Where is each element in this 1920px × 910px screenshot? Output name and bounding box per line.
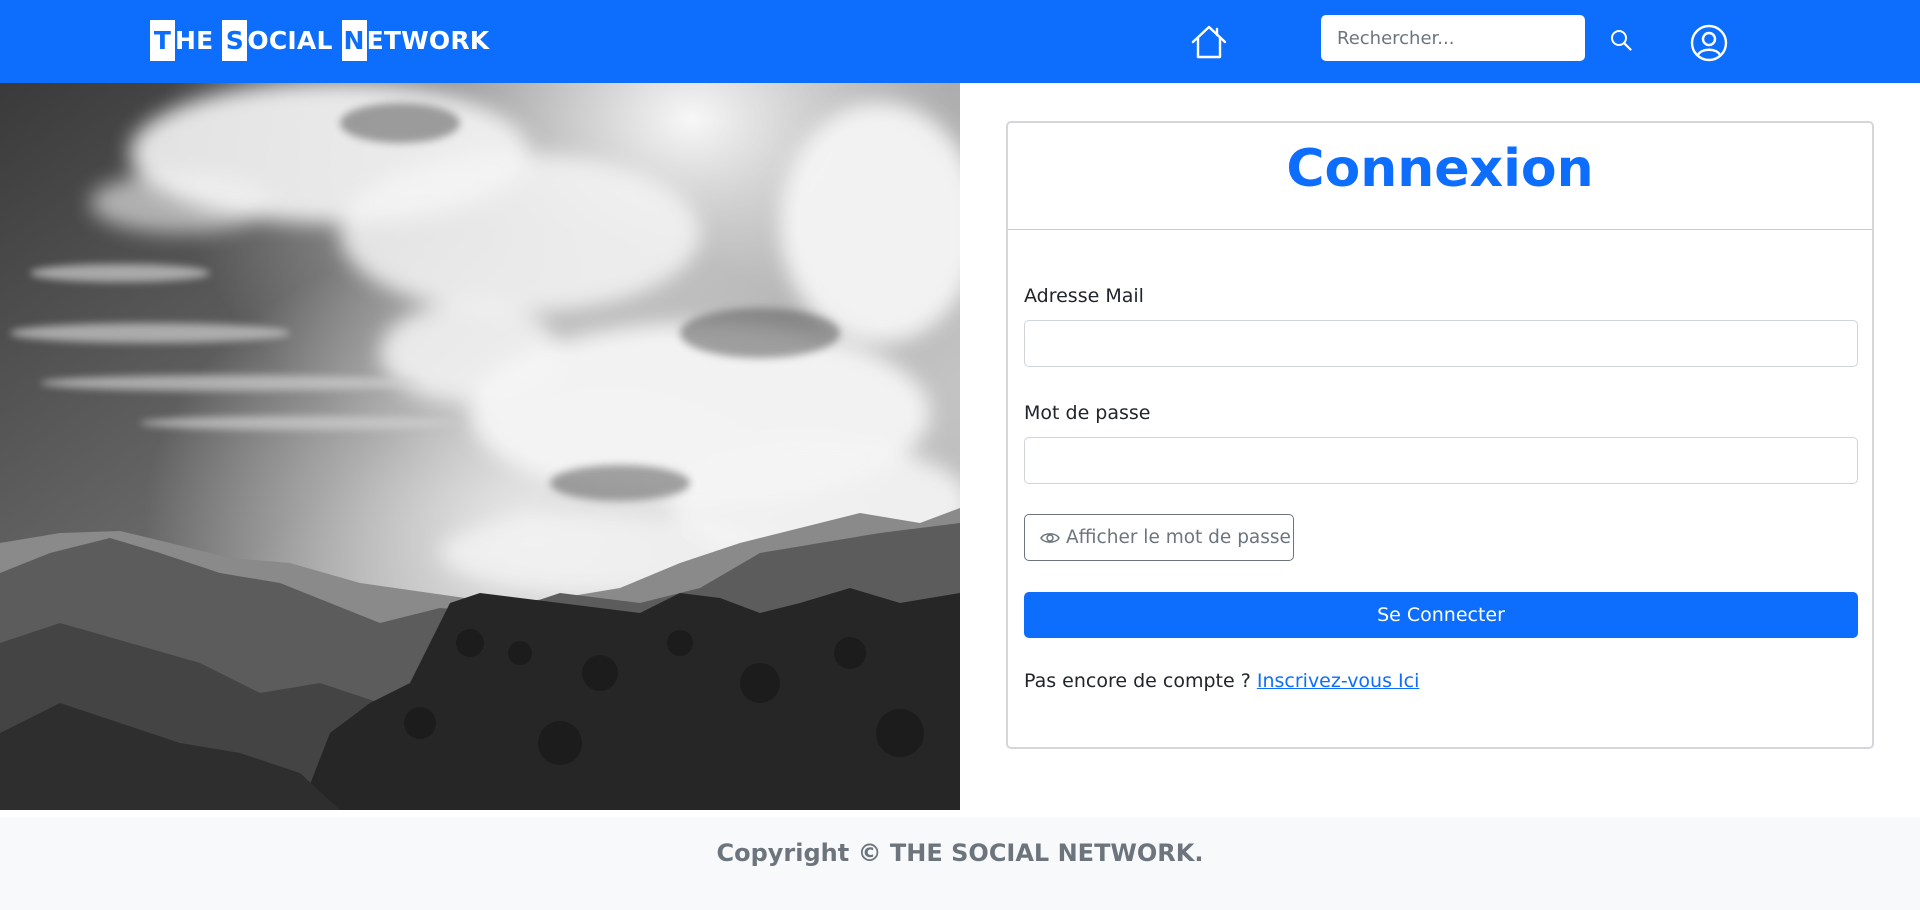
login-card: Connexion Adresse Mail Mot de passe Affi… — [1006, 121, 1874, 749]
login-title: Connexion — [1286, 139, 1594, 199]
home-icon[interactable] — [1190, 24, 1228, 60]
eye-icon — [1040, 532, 1060, 543]
brand-word-rest: OCIAL — [247, 26, 333, 55]
brand-word-the: T HE — [150, 20, 213, 61]
brand-word-social: S OCIAL — [222, 20, 332, 61]
brand-logo[interactable]: T HE S OCIAL N ETWORK — [150, 20, 489, 61]
top-navbar: T HE S OCIAL N ETWORK — [0, 0, 1920, 83]
brand-initial: N — [341, 20, 367, 61]
brand-word-network: N ETWORK — [341, 20, 490, 61]
password-label: Mot de passe — [1024, 402, 1151, 424]
search-input[interactable] — [1321, 15, 1585, 61]
show-password-label: Afficher le mot de passe — [1066, 527, 1291, 548]
brand-word-rest: ETWORK — [366, 26, 490, 55]
login-card-header: Connexion — [1008, 123, 1872, 230]
hero-landscape-image — [0, 83, 960, 810]
page-footer: Copyright © THE SOCIAL NETWORK. — [0, 817, 1920, 910]
signup-prompt-text: Pas encore de compte ? — [1024, 670, 1251, 692]
signup-prompt: Pas encore de compte ? Inscrivez-vous Ic… — [1024, 670, 1419, 692]
password-field[interactable] — [1024, 437, 1858, 484]
brand-initial: S — [222, 20, 248, 61]
signup-link[interactable]: Inscrivez-vous Ici — [1257, 670, 1420, 692]
user-circle-icon[interactable] — [1690, 24, 1728, 62]
show-password-button[interactable]: Afficher le mot de passe — [1024, 514, 1294, 561]
email-field[interactable] — [1024, 320, 1858, 367]
login-submit-button[interactable]: Se Connecter — [1024, 592, 1858, 638]
brand-word-rest: HE — [175, 26, 214, 55]
brand-initial: T — [150, 20, 175, 61]
email-label: Adresse Mail — [1024, 285, 1144, 307]
search-icon[interactable] — [1610, 29, 1632, 51]
copyright-text: Copyright © THE SOCIAL NETWORK. — [716, 838, 1204, 867]
